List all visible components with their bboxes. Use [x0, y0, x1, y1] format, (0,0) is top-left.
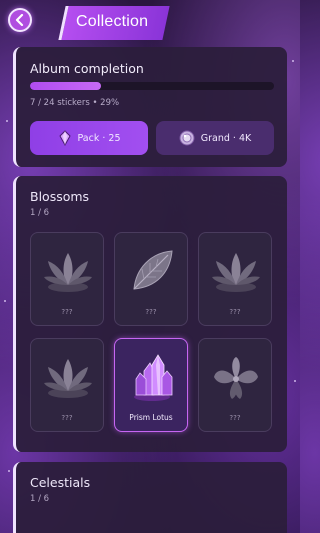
sticker-tile[interactable]: ??? [30, 338, 104, 432]
grand-button-label: Grand · 4K [200, 132, 252, 144]
sparkle [292, 60, 294, 62]
section-count: 1 / 6 [30, 208, 50, 218]
crystal-icon [58, 130, 71, 146]
page-title: Collection [76, 13, 149, 30]
header: Collection [0, 0, 300, 46]
sticker-tile-unlocked[interactable]: Prism Lotus [114, 338, 188, 432]
sticker-label: ??? [229, 414, 241, 422]
section-title: Celestials [30, 475, 91, 490]
sticker-label: ??? [61, 308, 73, 316]
crystal-icon [134, 354, 173, 401]
sparkle [294, 380, 296, 382]
sticker-tile[interactable]: ??? [30, 232, 104, 326]
grand-button[interactable]: Grand · 4K [156, 121, 274, 155]
back-button[interactable] [8, 8, 32, 32]
sticker-label: ??? [229, 308, 241, 316]
sticker-tile[interactable]: ??? [114, 232, 188, 326]
blossoms-section: Blossoms 1 / 6 ??? ??? ??? ??? Prism Lot… [13, 176, 287, 452]
section-count: 1 / 6 [30, 494, 50, 504]
pack-button-label: Pack · 25 [77, 132, 121, 144]
chevron-left-icon [15, 14, 24, 26]
sticker-label: ??? [145, 308, 157, 316]
sticker-label: ??? [61, 414, 73, 422]
sparkle [4, 300, 6, 302]
album-title: Album completion [30, 61, 144, 76]
sticker-tile[interactable]: ??? [198, 232, 272, 326]
orchid-icon [214, 357, 258, 399]
album-completion-card: Album completion 7 / 24 stickers • 29% P… [13, 47, 287, 167]
pack-button[interactable]: Pack · 25 [30, 121, 148, 155]
orb-icon [179, 130, 195, 146]
leaf-icon [133, 250, 173, 290]
sparkle [6, 120, 8, 122]
album-progress-bar [30, 82, 274, 90]
section-title: Blossoms [30, 189, 90, 204]
sparkle [8, 470, 10, 472]
sticker-tile[interactable]: ??? [198, 338, 272, 432]
lotus-icon [212, 253, 260, 292]
lotus-icon [44, 359, 92, 398]
album-progress-fill [30, 82, 101, 90]
sticker-label: Prism Lotus [129, 413, 173, 422]
lotus-icon [44, 253, 92, 292]
celestials-section: Celestials 1 / 6 [13, 462, 287, 533]
album-progress-text: 7 / 24 stickers • 29% [30, 98, 120, 108]
